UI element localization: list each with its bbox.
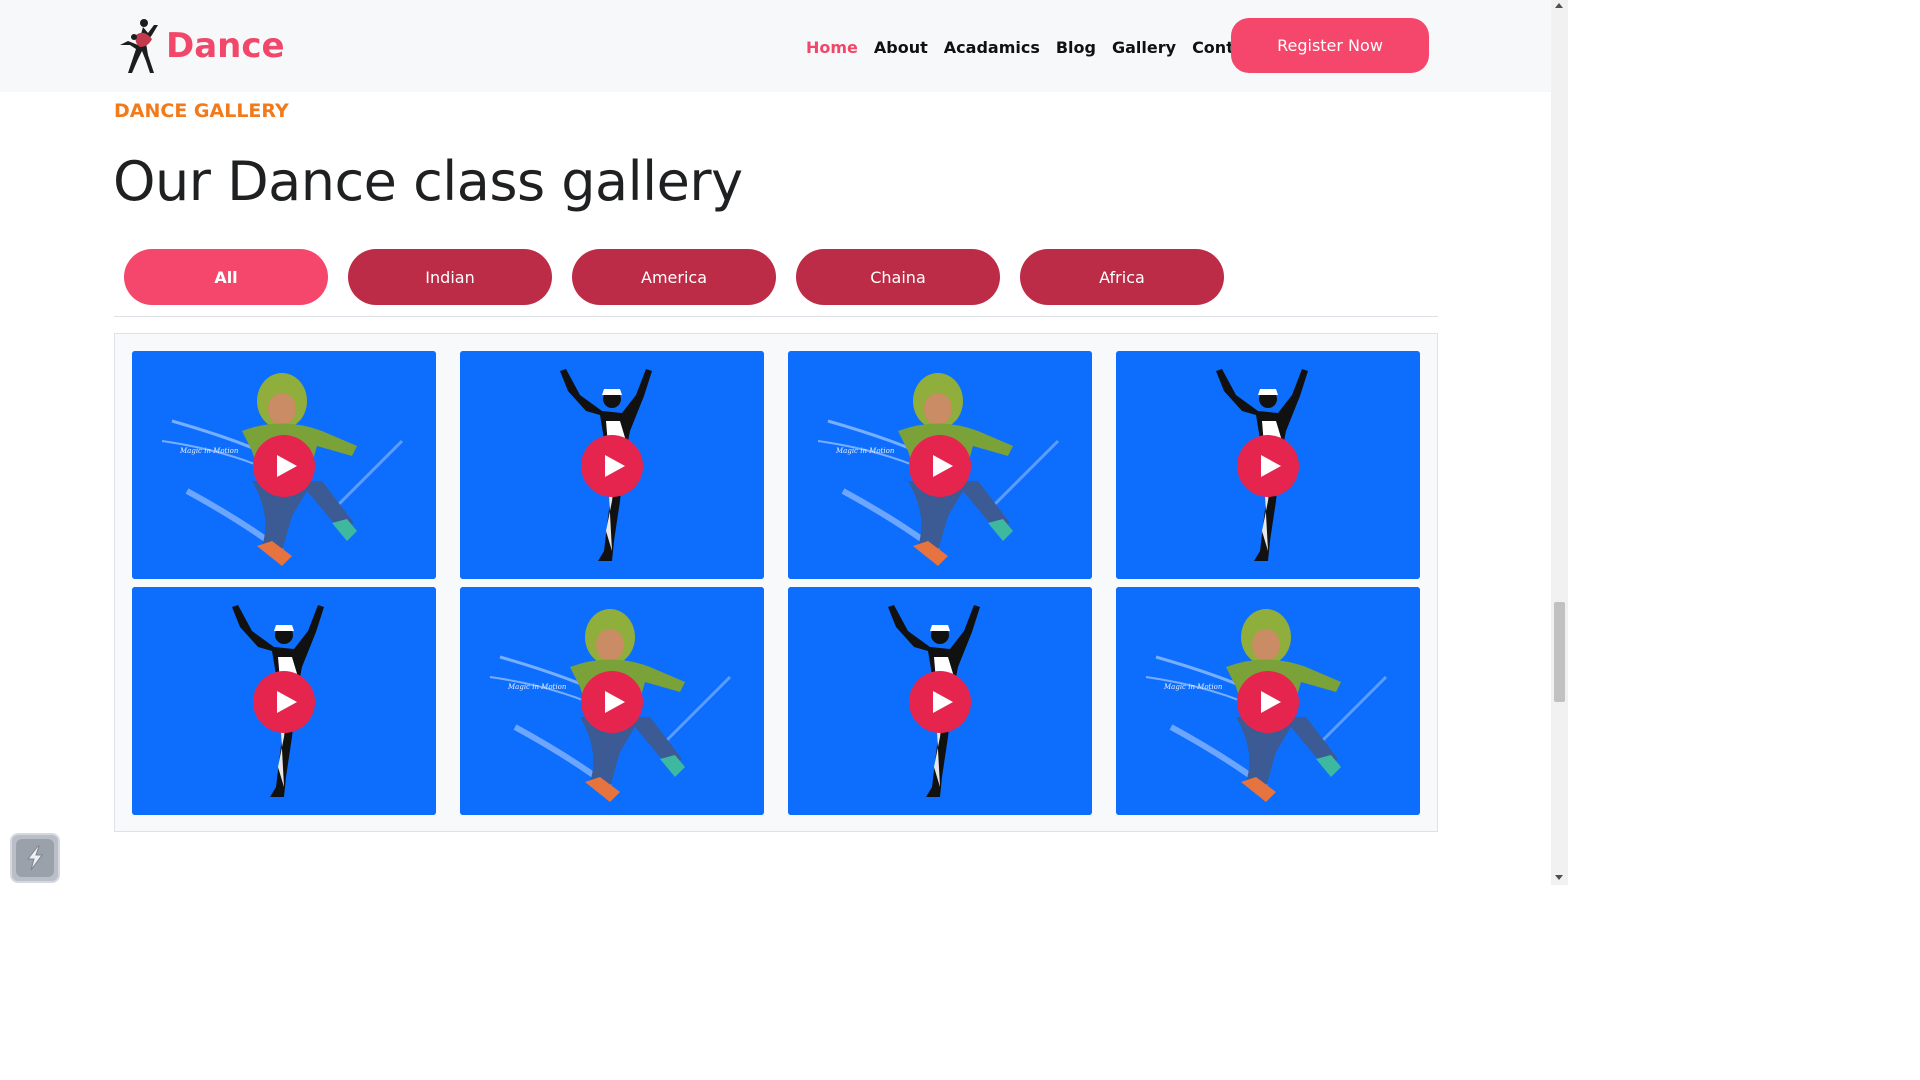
gallery-card[interactable]: Magic in Motion	[132, 351, 436, 579]
lightning-icon	[16, 839, 54, 877]
play-triangle	[1261, 455, 1281, 477]
play-icon[interactable]	[581, 435, 643, 497]
play-triangle	[1261, 691, 1281, 713]
floating-widget-button[interactable]	[10, 833, 60, 883]
play-icon[interactable]	[909, 435, 971, 497]
gallery-card[interactable]	[1116, 351, 1420, 579]
play-icon[interactable]	[1237, 671, 1299, 733]
section-eyebrow: DANCE GALLERY	[114, 100, 289, 122]
nav-home[interactable]: Home	[806, 38, 858, 57]
filter-chaina[interactable]: Chaina	[796, 249, 1000, 305]
logo[interactable]: Dance	[114, 14, 285, 78]
scroll-down-arrow-icon[interactable]	[1555, 875, 1563, 880]
scroll-up-arrow-icon[interactable]	[1555, 3, 1563, 8]
filter-all[interactable]: All	[124, 249, 328, 305]
play-icon[interactable]	[909, 671, 971, 733]
filter-indian[interactable]: Indian	[348, 249, 552, 305]
gallery-card[interactable]	[460, 351, 764, 579]
main-nav: Home About Acadamics Blog Gallery Contac…	[806, 34, 1278, 60]
nav-acadamics[interactable]: Acadamics	[944, 38, 1040, 57]
page-scrollbar[interactable]	[1551, 0, 1568, 885]
filter-africa[interactable]: Africa	[1020, 249, 1224, 305]
gallery-card[interactable]	[132, 587, 436, 815]
play-icon[interactable]	[1237, 435, 1299, 497]
divider	[114, 316, 1438, 317]
svg-text:Magic in Motion: Magic in Motion	[179, 447, 239, 455]
play-triangle	[605, 455, 625, 477]
dancer-logo-icon	[120, 19, 158, 73]
gallery-card[interactable]: Magic in Motion	[1116, 587, 1420, 815]
nav-about[interactable]: About	[874, 38, 928, 57]
svg-text:Magic in Motion: Magic in Motion	[835, 447, 895, 455]
nav-blog[interactable]: Blog	[1056, 38, 1096, 57]
play-triangle	[933, 691, 953, 713]
play-triangle	[277, 455, 297, 477]
scrollbar-thumb[interactable]	[1554, 602, 1565, 702]
gallery-card[interactable]: Magic in Motion	[460, 587, 764, 815]
page: Dance Home About Acadamics Blog Gallery …	[0, 0, 1568, 885]
play-triangle	[933, 455, 953, 477]
site-header: Dance Home About Acadamics Blog Gallery …	[0, 0, 1551, 92]
play-icon[interactable]	[253, 671, 315, 733]
gallery-card[interactable]: Magic in Motion	[788, 351, 1092, 579]
nav-gallery[interactable]: Gallery	[1112, 38, 1176, 57]
filter-america[interactable]: America	[572, 249, 776, 305]
play-icon[interactable]	[253, 435, 315, 497]
gallery-card[interactable]	[788, 587, 1092, 815]
svg-text:Magic in Motion: Magic in Motion	[1163, 683, 1223, 691]
register-now-button[interactable]: Register Now	[1231, 18, 1429, 73]
svg-text:Magic in Motion: Magic in Motion	[507, 683, 567, 691]
category-filters: All Indian America Chaina Africa	[124, 249, 1244, 305]
play-triangle	[277, 691, 297, 713]
gallery-grid: Magic in Motion Magic in Motion Magic in…	[132, 351, 1420, 815]
play-icon[interactable]	[581, 671, 643, 733]
play-triangle	[605, 691, 625, 713]
page-title: Our Dance class gallery	[113, 150, 743, 213]
logo-text: Dance	[166, 26, 285, 66]
gallery-container: Magic in Motion Magic in Motion Magic in…	[114, 333, 1438, 832]
